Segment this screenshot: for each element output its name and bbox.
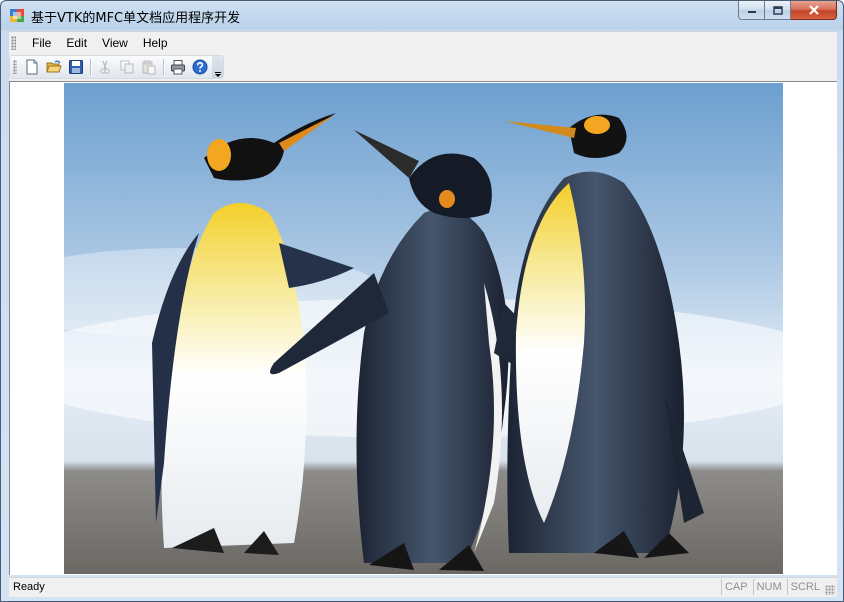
- paste-icon: [142, 60, 156, 75]
- open-button[interactable]: [43, 56, 65, 78]
- toolbar-overflow-button[interactable]: [212, 56, 223, 78]
- save-icon: [69, 60, 83, 74]
- maximize-button[interactable]: [765, 1, 791, 20]
- penguins-image: [64, 83, 783, 574]
- maximize-icon: [772, 5, 783, 15]
- menu-file[interactable]: File: [26, 36, 57, 50]
- paste-button[interactable]: [138, 56, 160, 78]
- menu-bar: File Edit View Help: [9, 31, 837, 54]
- close-button[interactable]: [791, 1, 837, 20]
- toolbar-separator: [163, 59, 164, 75]
- caps-lock-indicator: CAP: [720, 579, 751, 595]
- close-icon: [808, 5, 819, 15]
- toolbar-overflow-chevron-icon: [214, 72, 221, 77]
- print-button[interactable]: [167, 56, 189, 78]
- minimize-icon: [747, 11, 756, 13]
- cut-icon: [100, 60, 110, 74]
- title-bar[interactable]: 基于VTK的MFC单文档应用程序开发: [1, 1, 843, 29]
- status-text: Ready: [13, 581, 45, 593]
- menu-help[interactable]: Help: [137, 36, 174, 50]
- copy-button[interactable]: [116, 56, 138, 78]
- menu-view[interactable]: View: [96, 36, 134, 50]
- document-view[interactable]: [9, 81, 837, 575]
- standard-toolbar: [9, 55, 224, 79]
- help-icon: [192, 59, 208, 75]
- num-lock-indicator: NUM: [752, 579, 785, 595]
- menu-edit[interactable]: Edit: [60, 36, 93, 50]
- toolbar-separator: [90, 59, 91, 75]
- scroll-lock-indicator: SCRL: [786, 579, 823, 595]
- status-bar: Ready CAP NUM SCRL: [9, 577, 837, 597]
- new-button[interactable]: [21, 56, 43, 78]
- size-grip[interactable]: [825, 585, 835, 595]
- open-folder-icon: [46, 60, 62, 73]
- print-icon: [171, 60, 185, 75]
- status-indicators: CAP NUM SCRL: [719, 579, 823, 595]
- mfc-app-icon[interactable]: [9, 7, 25, 23]
- caption-buttons: [738, 1, 837, 21]
- help-button[interactable]: [189, 56, 211, 78]
- app-window: 基于VTK的MFC单文档应用程序开发 File Edit View Help R…: [0, 0, 844, 602]
- menubar-grip[interactable]: [11, 36, 16, 50]
- cut-button[interactable]: [94, 56, 116, 78]
- toolbar-row: [9, 53, 837, 81]
- minimize-button[interactable]: [738, 1, 765, 20]
- new-document-icon: [26, 59, 38, 75]
- copy-icon: [120, 60, 134, 74]
- window-title: 基于VTK的MFC单文档应用程序开发: [31, 11, 241, 26]
- toolbar-grip[interactable]: [13, 60, 17, 74]
- save-button[interactable]: [65, 56, 87, 78]
